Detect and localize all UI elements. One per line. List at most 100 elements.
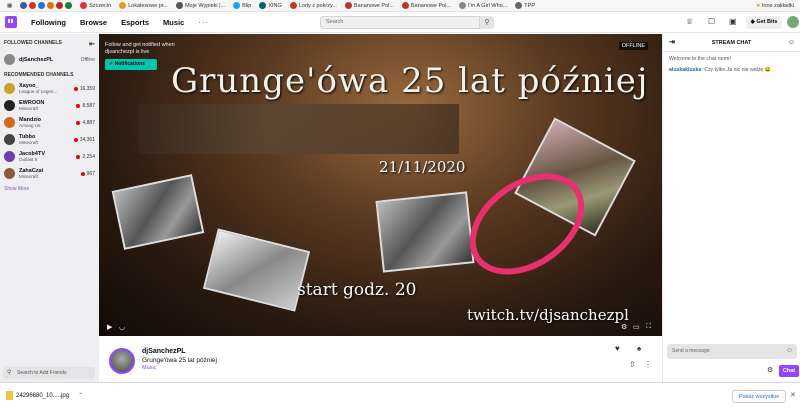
file-icon xyxy=(6,391,13,400)
notifications-button[interactable]: ✓ Notifications xyxy=(105,59,157,70)
chat-send-button[interactable]: Chat xyxy=(779,365,799,377)
users-icon[interactable]: ☺ xyxy=(788,34,795,52)
search-friends-placeholder: Search to Add Friends xyxy=(17,370,67,376)
notify-overlay: Follow and get notified when djsanchezpl… xyxy=(105,42,198,70)
get-bits-label: Get Bits xyxy=(756,19,778,25)
bookmark-item[interactable]: Lokalesowe pr... xyxy=(116,2,171,9)
collapse-chat-icon[interactable]: ⇥ xyxy=(669,34,675,52)
favicon-icon xyxy=(289,2,297,9)
stream-category[interactable]: Music xyxy=(142,365,156,371)
fullscreen-icon[interactable]: ⛶ xyxy=(646,323,651,331)
recommended-channel[interactable]: ZahaCzai Minecraft 967 xyxy=(0,165,99,182)
stream-title: Grunge'ówa 25 lat później xyxy=(142,357,217,364)
live-dot-icon xyxy=(80,171,85,176)
recommended-channel[interactable]: Tubbo Minecraft 34,361 xyxy=(0,131,99,148)
download-filename: 24296680_10.....jpg xyxy=(16,392,70,399)
top-navigation: Following Browse Esports Music ··· Searc… xyxy=(0,12,800,33)
video-player[interactable]: Grunge'ówa 25 lat później 21/11/2020 sta… xyxy=(99,34,662,336)
nav-music[interactable]: Music xyxy=(163,18,184,27)
recommended-channel[interactable]: EWROON Minecraft 8,587 xyxy=(0,97,99,114)
bell-icon[interactable]: ♠ xyxy=(637,344,641,353)
viewer-count: 8,587 xyxy=(76,103,95,109)
chevron-up-icon[interactable]: ⌃ xyxy=(78,392,83,399)
other-bookmarks-label: Inne zakładki xyxy=(761,2,794,9)
recommended-channel[interactable]: Jacob4TV Outlast II 2,254 xyxy=(0,148,99,165)
recommended-channel[interactable]: Mandzio Among Us 4,887 xyxy=(0,114,99,131)
more-icon[interactable]: ··· xyxy=(198,18,209,27)
followed-channel[interactable]: djSanchezPL Offline xyxy=(0,51,99,68)
other-bookmarks[interactable]: ■ Inne zakładki xyxy=(754,3,800,9)
favicon-icon xyxy=(119,2,127,9)
poster-start-time: start godz. 20 xyxy=(297,280,417,300)
collapse-sidebar-icon[interactable]: ⇤ xyxy=(89,40,95,48)
chat-username[interactable]: aluskakluska xyxy=(669,67,701,73)
recommended-channel[interactable]: Xayoo_ League of Legen... 16,359 xyxy=(0,80,99,97)
viewer-count: 2,254 xyxy=(76,154,95,160)
channel-game: Outlast II xyxy=(19,157,38,162)
apps-icon[interactable]: ▦ xyxy=(4,3,15,9)
avatar xyxy=(4,54,15,65)
bookmark-label: Lody z pokrzy... xyxy=(298,2,337,9)
nav-browse[interactable]: Browse xyxy=(80,18,107,27)
favicon-icon xyxy=(175,2,183,9)
live-dot-icon xyxy=(73,86,78,91)
bookmark-label: Bananowe Pol... xyxy=(410,2,452,9)
search-icon: ⚲ xyxy=(7,370,12,376)
download-item[interactable]: 24296680_10.....jpg ⌃ xyxy=(6,391,83,400)
search-icon[interactable]: ⚲ xyxy=(480,16,494,29)
avatar xyxy=(4,151,15,162)
user-avatar[interactable] xyxy=(787,16,799,28)
viewer-count-value: 34,361 xyxy=(79,136,95,143)
bookmark-label: XING xyxy=(268,2,282,9)
show-all-downloads-button[interactable]: Pokaż wszystkie xyxy=(732,390,786,403)
bookmark-item[interactable]: Lody z pokrzy... xyxy=(287,2,340,9)
chat-header-label: STREAM CHAT xyxy=(711,40,752,46)
emote-picker-icon[interactable]: ☺ xyxy=(786,347,793,354)
channel-name[interactable]: djSanchezPL xyxy=(142,348,186,355)
avatar xyxy=(4,100,15,111)
bookmark-item[interactable]: Moje Wypieki |... xyxy=(173,2,228,9)
bookmark-item[interactable]: Blip xyxy=(230,2,254,9)
search-input[interactable]: Search xyxy=(320,16,480,29)
favicon-icon xyxy=(344,2,352,9)
settings-gear-icon[interactable]: ⚙ xyxy=(621,323,627,331)
twitch-logo-icon[interactable] xyxy=(5,16,17,28)
close-icon[interactable]: ✕ xyxy=(790,391,796,399)
bookmark-item[interactable]: Szczecin xyxy=(77,2,114,9)
show-more-link[interactable]: Show More xyxy=(0,182,99,196)
more-options-icon[interactable]: ⋮ xyxy=(644,360,652,369)
channel-avatar[interactable] xyxy=(109,348,135,374)
viewer-count-value: 967 xyxy=(86,170,95,177)
followed-header-label: FOLLOWED CHANNELS xyxy=(4,40,62,46)
bookmark-item[interactable]: Bananowe Pol... xyxy=(399,2,454,9)
get-bits-button[interactable]: ◆ Get Bits xyxy=(746,16,782,29)
downloads-bar: 24296680_10.....jpg ⌃ Pokaż wszystkie ✕ xyxy=(0,382,800,410)
channel-game: Among Us xyxy=(19,123,41,128)
bookmark-item[interactable]: Bananowe Pol... xyxy=(342,2,397,9)
bookmarks-bar: ▦ Szczecin Lokalesowe pr... Moje Wypieki… xyxy=(0,0,800,12)
crown-icon[interactable]: ♕ xyxy=(686,17,693,26)
chat-message-text: : Czy tylko Ja nic nie widzę 😀 xyxy=(701,67,772,73)
theatre-mode-icon[interactable]: ▭ xyxy=(633,323,640,331)
bookmark-item[interactable]: I'm A Girl Who... xyxy=(456,2,510,9)
bookmark-item[interactable]: XING xyxy=(256,2,284,9)
folder-icon: ■ xyxy=(756,2,760,9)
volume-icon[interactable]: ◡ xyxy=(119,323,125,331)
bookmark-item[interactable]: TPP xyxy=(512,2,538,9)
nav-following[interactable]: Following xyxy=(31,18,66,27)
stream-chat: ⇥ STREAM CHAT ☺ Welcome to the chat room… xyxy=(662,34,800,382)
viewer-count: 16,359 xyxy=(73,86,95,92)
viewer-count-value: 4,887 xyxy=(82,119,95,126)
chat-input[interactable]: Send a message ☺ xyxy=(667,344,797,359)
nav-esports[interactable]: Esports xyxy=(121,18,149,27)
favicon-icon xyxy=(401,2,409,9)
search-friends-input[interactable]: ⚲ Search to Add Friends xyxy=(3,367,95,379)
share-icon[interactable]: ⇧ xyxy=(629,360,636,369)
whispers-icon[interactable]: ▣ xyxy=(729,17,737,26)
play-icon[interactable]: ▶ xyxy=(107,323,112,331)
chat-settings-icon[interactable]: ⚙ xyxy=(767,366,773,374)
heart-icon[interactable]: ♥ xyxy=(615,344,620,353)
inbox-icon[interactable]: ☐ xyxy=(708,17,715,26)
avatar xyxy=(4,83,15,94)
bookmark-icons[interactable] xyxy=(17,2,75,9)
